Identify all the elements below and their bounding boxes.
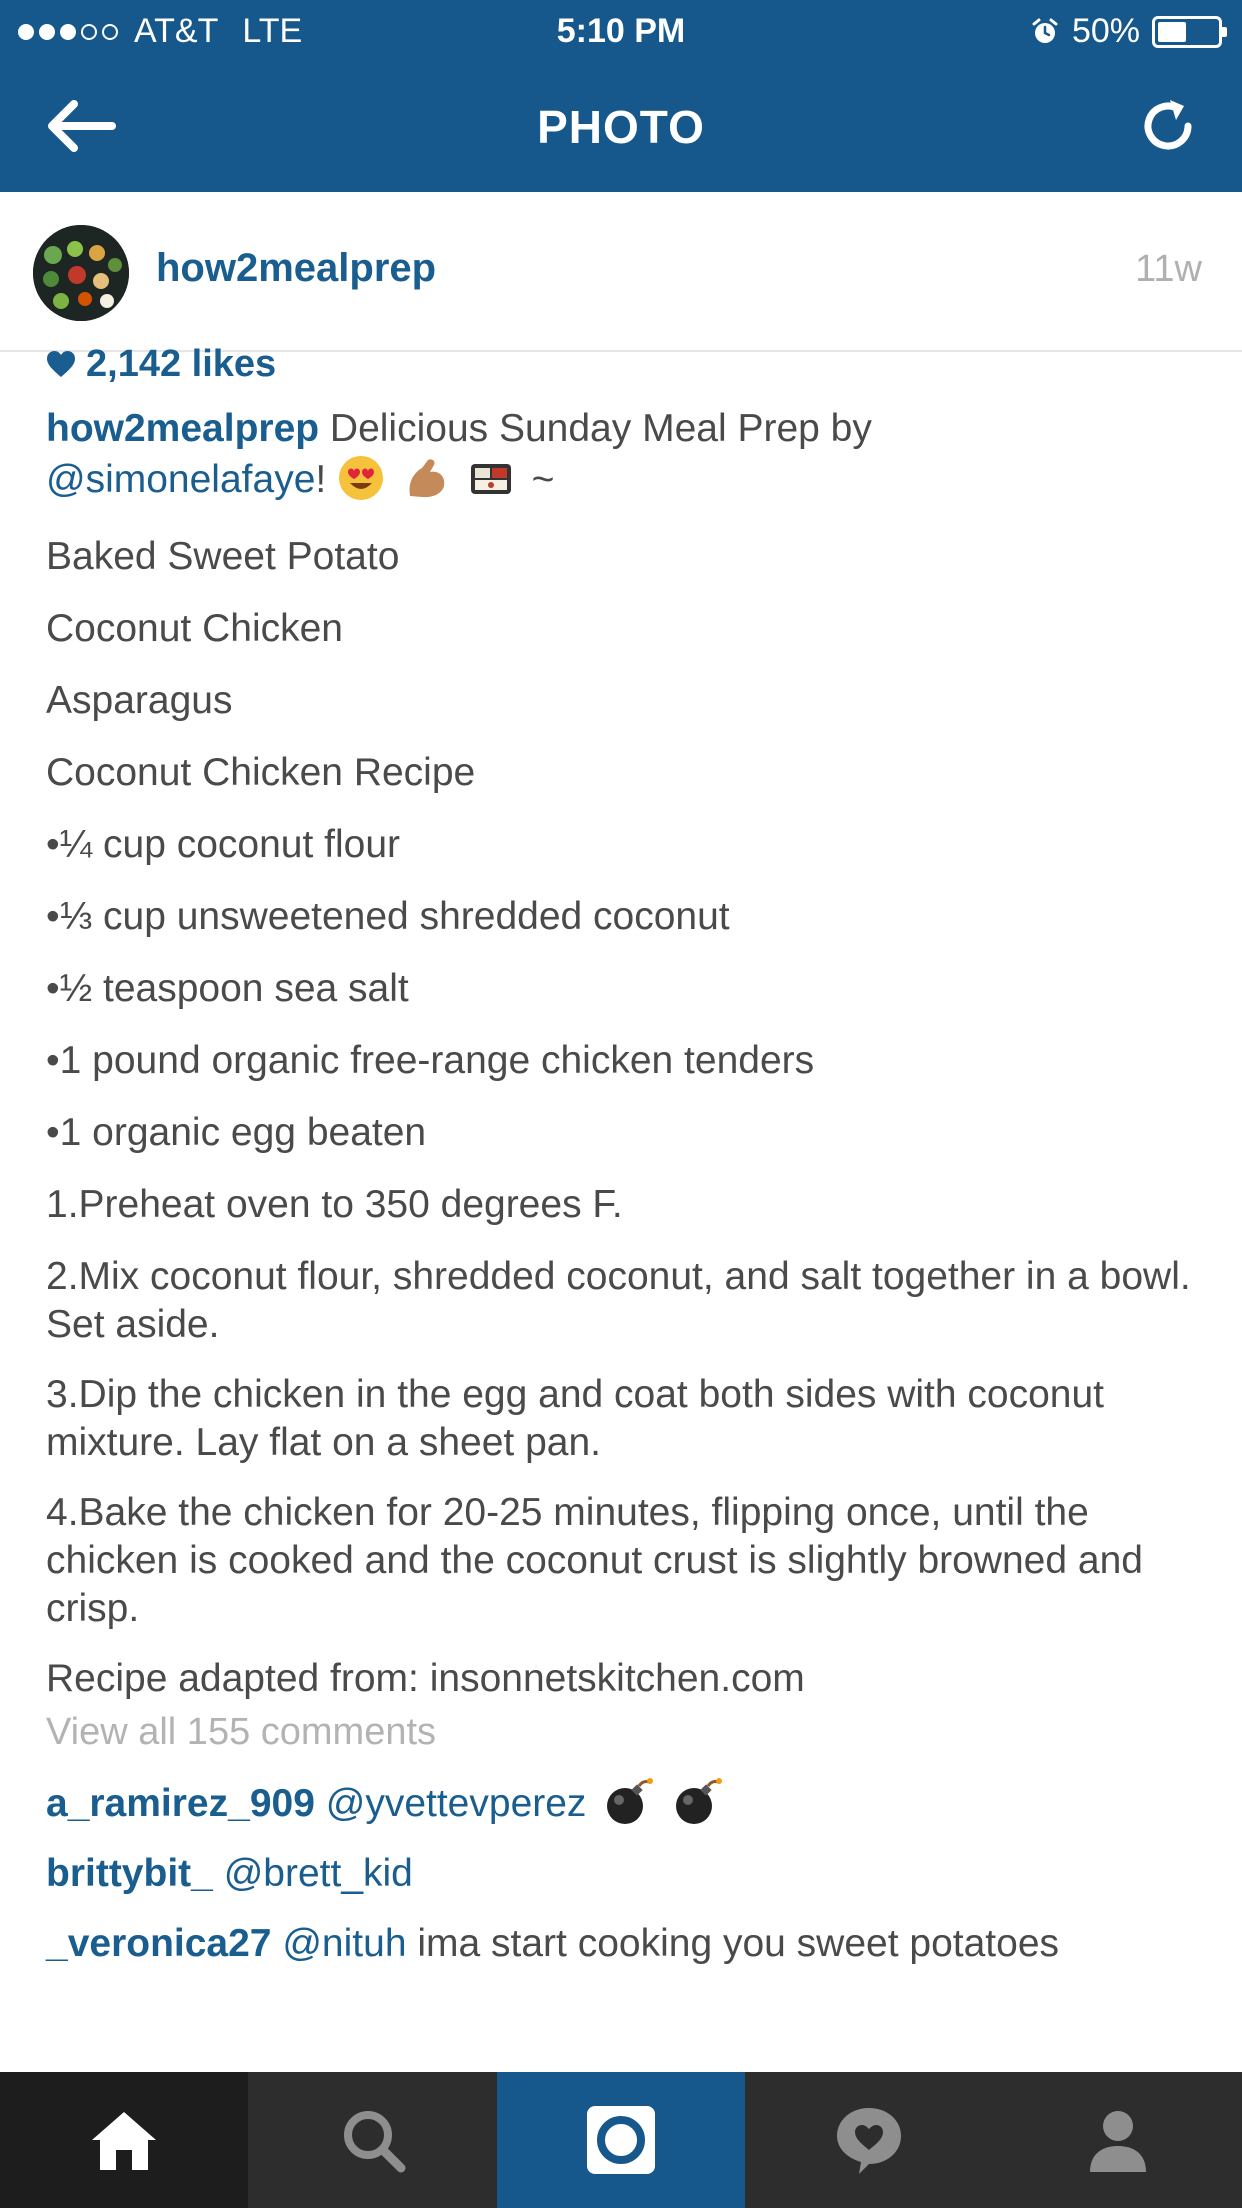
tab-profile[interactable] (994, 2072, 1242, 2208)
battery-percent: 50% (1071, 12, 1140, 50)
caption: how2mealprep Delicious Sunday Meal Prep … (46, 404, 1206, 505)
caption-line: •1 pound organic free-range chicken tend… (46, 1039, 815, 1082)
likes-count: 2,142 likes (86, 342, 277, 385)
caption-line: Baked Sweet Potato (46, 535, 400, 578)
caption-line: 4.Bake the chicken for 20-25 minutes, fl… (46, 1491, 1143, 1630)
tab-camera[interactable] (496, 2072, 746, 2208)
caption-line: Asparagus (46, 679, 233, 722)
caption-line: 1.Preheat oven to 350 degrees F. (46, 1183, 623, 1226)
caption-line: •½ teaspoon sea salt (46, 967, 409, 1010)
comment-item: brittybit_ @brett_kid (46, 1850, 1206, 1898)
flexed-biceps-emoji-icon (409, 459, 445, 498)
top-bar: AT&T LTE 5:10 PM 50% PHOTO (0, 0, 1242, 192)
post-header: how2mealprep 11w (0, 192, 1242, 352)
tab-home[interactable] (0, 2072, 249, 2208)
tab-activity[interactable] (745, 2072, 993, 2208)
caption-tail: ~ (531, 458, 555, 501)
caption-line: 3.Dip the chicken in the egg and coat bo… (46, 1373, 1105, 1464)
home-icon (92, 2112, 157, 2170)
avatar-image (33, 225, 129, 321)
caption-after-mention: ! (315, 458, 338, 501)
camera-icon (586, 2106, 655, 2174)
post-username[interactable]: how2mealprep (156, 246, 436, 291)
alarm-clock-icon (1032, 18, 1058, 43)
comment-username[interactable]: _veronica27 (46, 1922, 272, 1965)
heart-eyes-emoji-icon (339, 456, 384, 500)
comment-username[interactable]: a_ramirez_909 (46, 1782, 315, 1825)
caption-line: Coconut Chicken (46, 607, 343, 650)
refresh-icon[interactable] (1138, 96, 1198, 156)
view-all-comments-link[interactable]: View all 155 comments (46, 1711, 1206, 1754)
battery-icon (1152, 15, 1227, 48)
comment-text: ima start cooking you sweet potatoes (406, 1922, 1060, 1965)
bomb-emoji-icon (607, 1778, 654, 1824)
search-icon (343, 2111, 406, 2173)
bento-box-emoji-icon (470, 464, 511, 494)
comment-mention[interactable]: @nituh (282, 1922, 406, 1965)
post-timestamp: 11w (1135, 248, 1202, 290)
avatar[interactable] (33, 225, 129, 321)
caption-line: Coconut Chicken Recipe (46, 751, 476, 794)
comment-username[interactable]: brittybit_ (46, 1852, 213, 1895)
status-right: 50% (1030, 12, 1227, 51)
caption-line: Recipe adapted from: insonnetskitchen.co… (46, 1657, 805, 1700)
caption-line: •¼ cup coconut flour (46, 823, 401, 866)
profile-icon (1089, 2111, 1146, 2172)
comment-item: _veronica27 @nituh ima start cooking you… (46, 1920, 1206, 1968)
caption-mention[interactable]: @simonelafaye (46, 458, 315, 501)
bomb-emoji-icon (676, 1778, 723, 1824)
comment-mention[interactable]: @brett_kid (224, 1852, 413, 1895)
post-content: 2,142 likes how2mealprep Delicious Sunda… (46, 340, 1206, 1968)
caption-line: 2.Mix coconut flour, shredded coconut, a… (46, 1255, 1191, 1346)
likes-row[interactable]: 2,142 likes (46, 340, 1206, 388)
bottom-tab-bar (0, 2072, 1242, 2208)
status-bar: AT&T LTE 5:10 PM 50% (0, 0, 1242, 64)
tab-search[interactable] (248, 2072, 496, 2208)
caption-text: Delicious Sunday Meal Prep by (319, 407, 872, 450)
heart-icon (47, 351, 75, 377)
comment-mention[interactable]: @yvettevperez (326, 1782, 587, 1825)
caption-username[interactable]: how2mealprep (46, 407, 319, 450)
caption-lines: Baked Sweet Potato Coconut Chicken Aspar… (46, 533, 1206, 1703)
comment-item: a_ramirez_909 @yvettevperez (46, 1776, 1206, 1828)
caption-line: •⅓ cup unsweetened shredded coconut (46, 895, 730, 938)
page-title: PHOTO (537, 101, 705, 153)
caption-line: •1 organic egg beaten (46, 1111, 427, 1154)
activity-icon (837, 2108, 902, 2174)
